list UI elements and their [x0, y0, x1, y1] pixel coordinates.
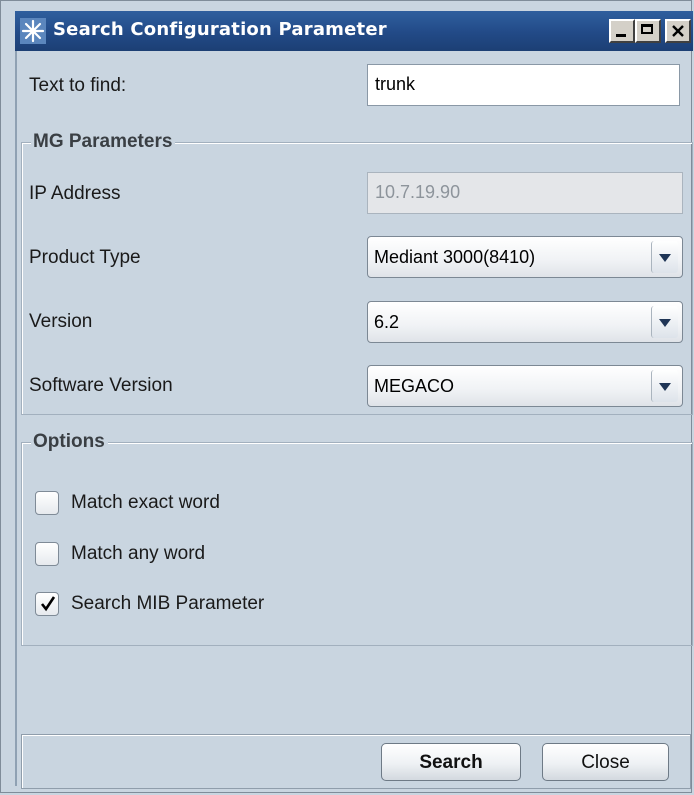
product-type-select[interactable]: Mediant 3000(8410) [367, 236, 683, 278]
close-button[interactable]: Close [542, 743, 669, 781]
match-exact-word-option[interactable]: Match exact word [35, 489, 295, 519]
match-any-word-label: Match any word [71, 543, 206, 564]
dialog-window: Search Configuration Parameter Text to f… [0, 0, 693, 793]
window-edge [15, 51, 17, 786]
chevron-down-icon[interactable] [651, 306, 678, 338]
match-exact-word-label: Match exact word [71, 492, 220, 513]
version-select[interactable]: 6.2 [367, 301, 683, 343]
search-mib-parameter-option[interactable]: Search MIB Parameter [35, 590, 315, 620]
product-type-label: Product Type [29, 247, 141, 268]
software-version-label: Software Version [29, 375, 173, 396]
chevron-down-icon[interactable] [651, 241, 678, 273]
product-type-value: Mediant 3000(8410) [374, 247, 536, 267]
title-bar[interactable]: Search Configuration Parameter [15, 11, 693, 51]
software-version-value: MEGACO [374, 376, 455, 396]
close-icon[interactable] [665, 19, 691, 43]
ip-address-field: 10.7.19.90 [367, 172, 683, 214]
maximize-icon[interactable] [635, 19, 661, 43]
software-version-select[interactable]: MEGACO [367, 365, 683, 407]
version-value: 6.2 [374, 312, 400, 332]
text-to-find-input[interactable]: trunk [367, 64, 680, 106]
search-button[interactable]: Search [381, 743, 521, 781]
snowflake-app-icon [20, 18, 46, 44]
search-mib-parameter-checkbox[interactable] [35, 592, 59, 616]
ip-address-label: IP Address [29, 183, 121, 204]
search-mib-parameter-label: Search MIB Parameter [71, 593, 265, 614]
minimize-icon[interactable] [609, 19, 635, 43]
checkmark-icon [40, 596, 56, 612]
match-any-word-option[interactable]: Match any word [35, 540, 295, 570]
window-title: Search Configuration Parameter [53, 19, 387, 40]
match-any-word-checkbox[interactable] [35, 542, 59, 566]
mg-parameters-title: MG Parameters [31, 131, 176, 153]
options-title: Options [31, 431, 108, 453]
match-exact-word-checkbox[interactable] [35, 491, 59, 515]
chevron-down-icon[interactable] [651, 370, 678, 402]
version-label: Version [29, 311, 93, 332]
text-to-find-label: Text to find: [29, 75, 127, 96]
